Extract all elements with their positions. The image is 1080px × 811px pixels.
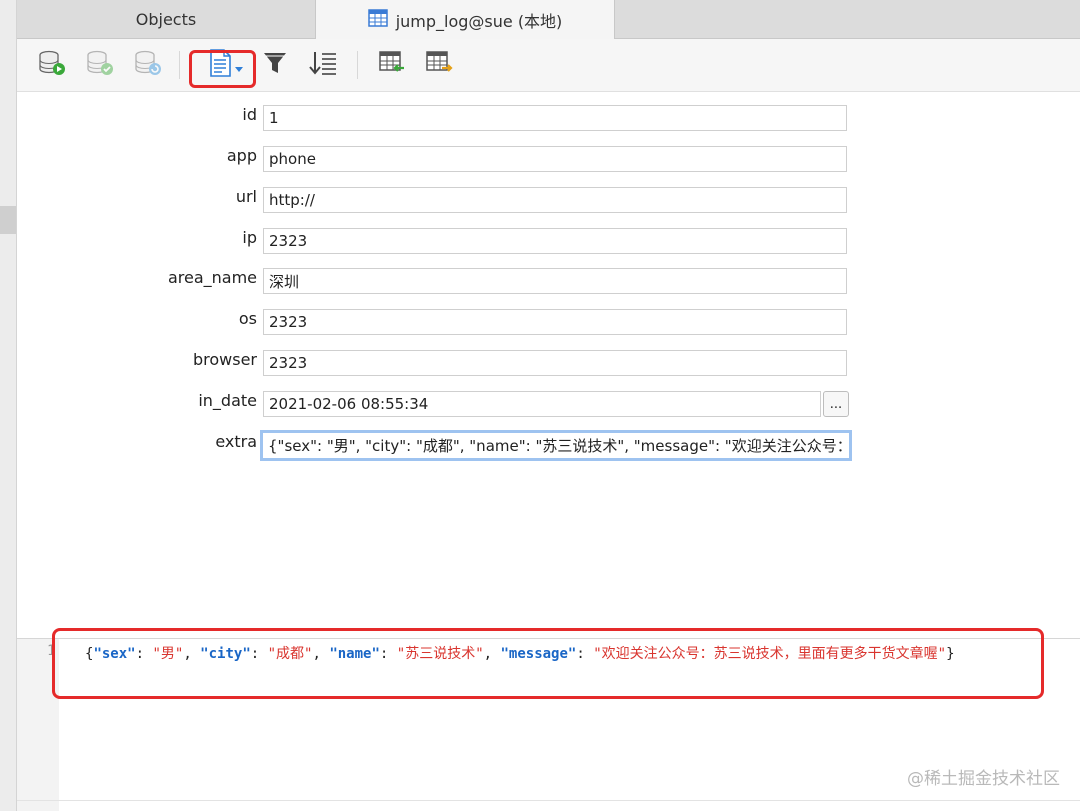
database-refresh-icon — [133, 49, 163, 81]
field-input-ip[interactable]: 2323 — [263, 228, 847, 254]
filter-button[interactable] — [258, 49, 292, 81]
sort-button[interactable] — [306, 49, 340, 81]
field-row-ip: ip 2323 — [17, 226, 877, 256]
field-row-extra: extra {"sex": "男", "city": "成都", "name":… — [17, 430, 877, 461]
field-row-id: id 1 — [17, 103, 877, 133]
field-input-area-name[interactable]: 深圳 — [263, 268, 847, 294]
sidebar-selection — [0, 206, 16, 234]
export-button[interactable] — [422, 49, 456, 81]
import-button[interactable] — [375, 49, 409, 81]
field-input-browser[interactable]: 2323 — [263, 350, 847, 376]
field-label: os — [238, 309, 257, 328]
tab-objects[interactable]: Objects — [17, 0, 315, 38]
table-import-icon — [378, 50, 406, 80]
bottom-border — [17, 800, 1080, 801]
field-input-in-date[interactable]: 2021-02-06 08:55:34 — [263, 391, 821, 417]
sort-icon — [309, 50, 337, 80]
field-row-url: url http:// — [17, 185, 877, 215]
begin-transaction-button[interactable] — [35, 49, 69, 81]
field-label: ip — [242, 228, 257, 247]
field-row-app: app phone — [17, 144, 877, 174]
database-check-icon — [85, 49, 115, 81]
tab-bar: Objects jump_log@sue (本地) — [17, 0, 1080, 39]
json-highlight — [52, 628, 1044, 699]
commit-button[interactable] — [83, 49, 117, 81]
field-label: extra — [215, 432, 257, 451]
field-input-url[interactable]: http:// — [263, 187, 847, 213]
watermark: @稀土掘金技术社区 — [907, 769, 1060, 789]
field-row-browser: browser 2323 — [17, 348, 877, 378]
field-label: area_name — [167, 268, 257, 287]
tab-objects-label: Objects — [135, 9, 197, 29]
toolbar-separator — [357, 51, 358, 79]
tab-jump-log-label: jump_log@sue (本地) — [395, 11, 563, 31]
field-row-area-name: area_name 深圳 — [17, 266, 877, 296]
toolbar-separator — [179, 51, 180, 79]
left-sidebar-gutter — [0, 0, 17, 811]
field-input-extra[interactable]: {"sex": "男", "city": "成都", "name": "苏三说技… — [260, 430, 852, 461]
date-picker-button[interactable]: ... — [823, 391, 849, 417]
field-label: id — [242, 105, 257, 124]
filter-icon — [262, 50, 288, 80]
rollback-button[interactable] — [131, 49, 165, 81]
field-input-os[interactable]: 2323 — [263, 309, 847, 335]
database-play-icon — [37, 49, 67, 81]
table-icon — [367, 8, 388, 31]
tab-jump-log[interactable]: jump_log@sue (本地) — [315, 0, 615, 39]
table-export-icon — [425, 50, 453, 80]
field-row-os: os 2323 — [17, 307, 877, 337]
field-label: app — [226, 146, 257, 165]
field-row-in-date: in_date 2021-02-06 08:55:34 ... — [17, 389, 877, 419]
text-view-highlight — [189, 50, 256, 88]
field-label: in_date — [198, 391, 257, 410]
field-label: browser — [192, 350, 257, 369]
field-input-id[interactable]: 1 — [263, 105, 847, 131]
field-input-app[interactable]: phone — [263, 146, 847, 172]
toolbar — [17, 39, 1080, 92]
field-label: url — [235, 187, 257, 206]
